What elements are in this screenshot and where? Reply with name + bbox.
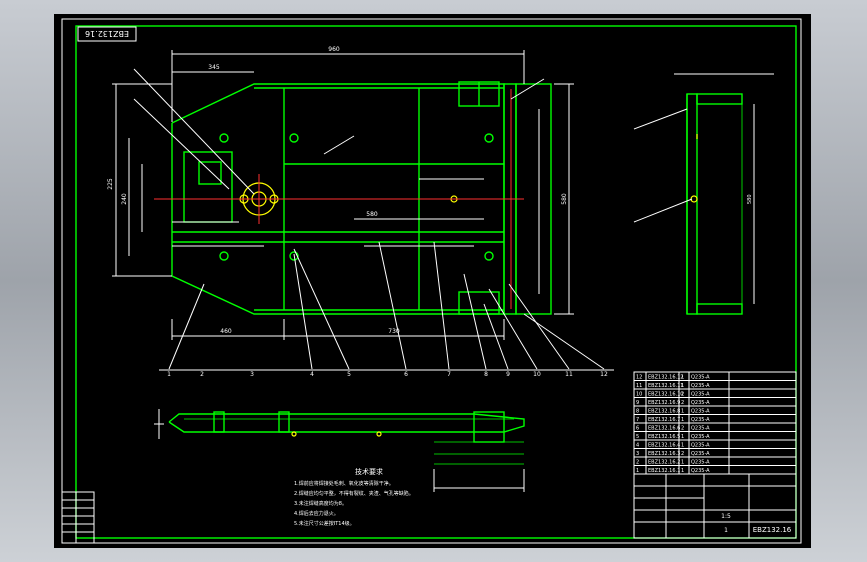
section-view xyxy=(154,409,525,492)
bom-cell: 1 xyxy=(681,417,684,423)
bom-cell: EBZ132.16.5 xyxy=(648,434,680,440)
bom-cell: 10 xyxy=(636,392,642,398)
section-outline xyxy=(168,413,525,433)
cad-drawing: EBZ132.16 960 345 460 730 225 240 580 58… xyxy=(61,18,802,544)
notes-title: 技术要求 xyxy=(355,467,383,476)
bolt-hole xyxy=(219,133,229,143)
bom-cell: 1 xyxy=(681,468,684,474)
bom-cell: Q235-A xyxy=(691,426,710,432)
note-5: 5.未注尺寸公差按IT14级。 xyxy=(294,520,355,527)
side-web xyxy=(686,93,698,315)
bom-cell: 12 xyxy=(636,375,642,381)
item-balloons: 1 2 3 4 5 6 7 8 9 10 11 12 xyxy=(159,369,614,378)
bom-cell: EBZ132.16.3 xyxy=(648,451,680,457)
balloon-8: 8 xyxy=(484,371,488,378)
bom-cell: 2 xyxy=(681,451,684,457)
bom-cell: 2 xyxy=(636,460,639,466)
bom-cell: 5 xyxy=(636,434,639,440)
note-1: 1.焊前应将焊接处毛刺、氧化皮等清除干净。 xyxy=(294,480,394,487)
bom-cell: Q235-A xyxy=(691,434,710,440)
bom-cell: 3 xyxy=(636,451,639,457)
side-view: 580 xyxy=(633,73,774,315)
bom-cell: EBZ132.16.10 xyxy=(648,392,683,398)
sheet-number: 1 xyxy=(724,527,728,534)
balloon-11: 11 xyxy=(565,371,573,378)
balloon-4: 4 xyxy=(310,371,314,378)
bom-cell: 11 xyxy=(636,383,642,389)
bom-cell: 7 xyxy=(636,417,639,423)
dim-overall-length: 960 xyxy=(328,46,340,53)
balloon-3: 3 xyxy=(250,371,254,378)
bom-cell: Q235-A xyxy=(691,392,710,398)
bom-cell: Q235-A xyxy=(691,383,710,389)
note-3: 3.未注焊缝高度均为8。 xyxy=(294,500,347,507)
bom-cell: 1 xyxy=(681,383,684,389)
bom-cell: 2 xyxy=(681,392,684,398)
balloon-2: 2 xyxy=(200,371,204,378)
bom-cell: 9 xyxy=(636,400,639,406)
balloon-12: 12 xyxy=(600,371,608,378)
dim-bottom-1: 460 xyxy=(220,328,232,335)
bom-cell: Q235-A xyxy=(691,460,710,466)
bom-cell: Q235-A xyxy=(691,417,710,423)
dim-width-1: 225 xyxy=(107,178,114,190)
bom-cell: 1 xyxy=(681,460,684,466)
dim-height: 580 xyxy=(561,193,568,205)
bom-cell: 1 xyxy=(681,443,684,449)
bom-cell: Q235-A xyxy=(691,443,710,449)
dim-left-offset: 345 xyxy=(208,64,220,71)
balloon-6: 6 xyxy=(404,371,408,378)
balloon-5: 5 xyxy=(347,371,351,378)
balloon-10: 10 xyxy=(533,371,541,378)
scale: 1:5 xyxy=(721,513,731,520)
bom-cell: 1 xyxy=(681,409,684,415)
bom-cell: EBZ132.16.4 xyxy=(648,443,680,449)
bom-cell: 1 xyxy=(681,375,684,381)
balloon-9: 9 xyxy=(506,371,510,378)
bom-cell: 1 xyxy=(681,434,684,440)
bom-cell: EBZ132.16.1 xyxy=(648,468,680,474)
bom-table: 12 EBZ132.16.121 Q235-A11 EBZ132.16.111 Q235… xyxy=(633,371,797,475)
dim-middle: 580 xyxy=(366,211,378,218)
title-block: EBZ132.16 1:5 1 xyxy=(633,473,797,539)
bom-cell: 4 xyxy=(636,443,639,449)
stamp-code: EBZ132.16 xyxy=(85,29,129,38)
bom-cell: Q235-A xyxy=(691,400,710,406)
bom-cell: 2 xyxy=(681,426,684,432)
bom-cell: EBZ132.16.7 xyxy=(648,417,680,423)
note-2: 2.焊缝应均匀平整，不得有裂纹、夹渣、气孔等缺陷。 xyxy=(294,490,414,497)
note-4: 4.焊后去应力退火。 xyxy=(294,510,339,517)
side-dim: 580 xyxy=(747,194,753,204)
technical-notes: 技术要求 1.焊前应将焊接处毛刺、氧化皮等清除干净。 2.焊缝应均匀平整，不得有… xyxy=(294,467,414,527)
plan-view xyxy=(112,50,605,370)
bom-cell: 8 xyxy=(636,409,639,415)
revision-table xyxy=(61,491,95,544)
bom-cell: Q235-A xyxy=(691,468,710,474)
bom-cell: EBZ132.16.8 xyxy=(648,409,680,415)
drawing-number: EBZ132.16 xyxy=(753,526,792,534)
bom-cell: 6 xyxy=(636,426,639,432)
bom-cell: EBZ132.16.9 xyxy=(648,400,680,406)
drawing-sheet: EBZ132.16 960 345 460 730 225 240 580 58… xyxy=(54,14,811,548)
dim-bottom-2: 730 xyxy=(388,328,400,335)
bom-cell: Q235-A xyxy=(691,409,710,415)
bom-cell: Q235-A xyxy=(691,451,710,457)
bom-cell: EBZ132.16.2 xyxy=(648,460,680,466)
dim-width-2: 240 xyxy=(121,193,128,205)
balloon-1: 1 xyxy=(167,371,171,378)
bom-cell: EBZ132.16.12 xyxy=(648,375,683,381)
bom-cell: EBZ132.16.11 xyxy=(648,383,683,389)
bom-cell: EBZ132.16.6 xyxy=(648,426,680,432)
bom-cell: 2 xyxy=(681,400,684,406)
balloon-7: 7 xyxy=(447,371,451,378)
bom-cell: Q235-A xyxy=(691,375,710,381)
bom-cell: 1 xyxy=(636,468,639,474)
